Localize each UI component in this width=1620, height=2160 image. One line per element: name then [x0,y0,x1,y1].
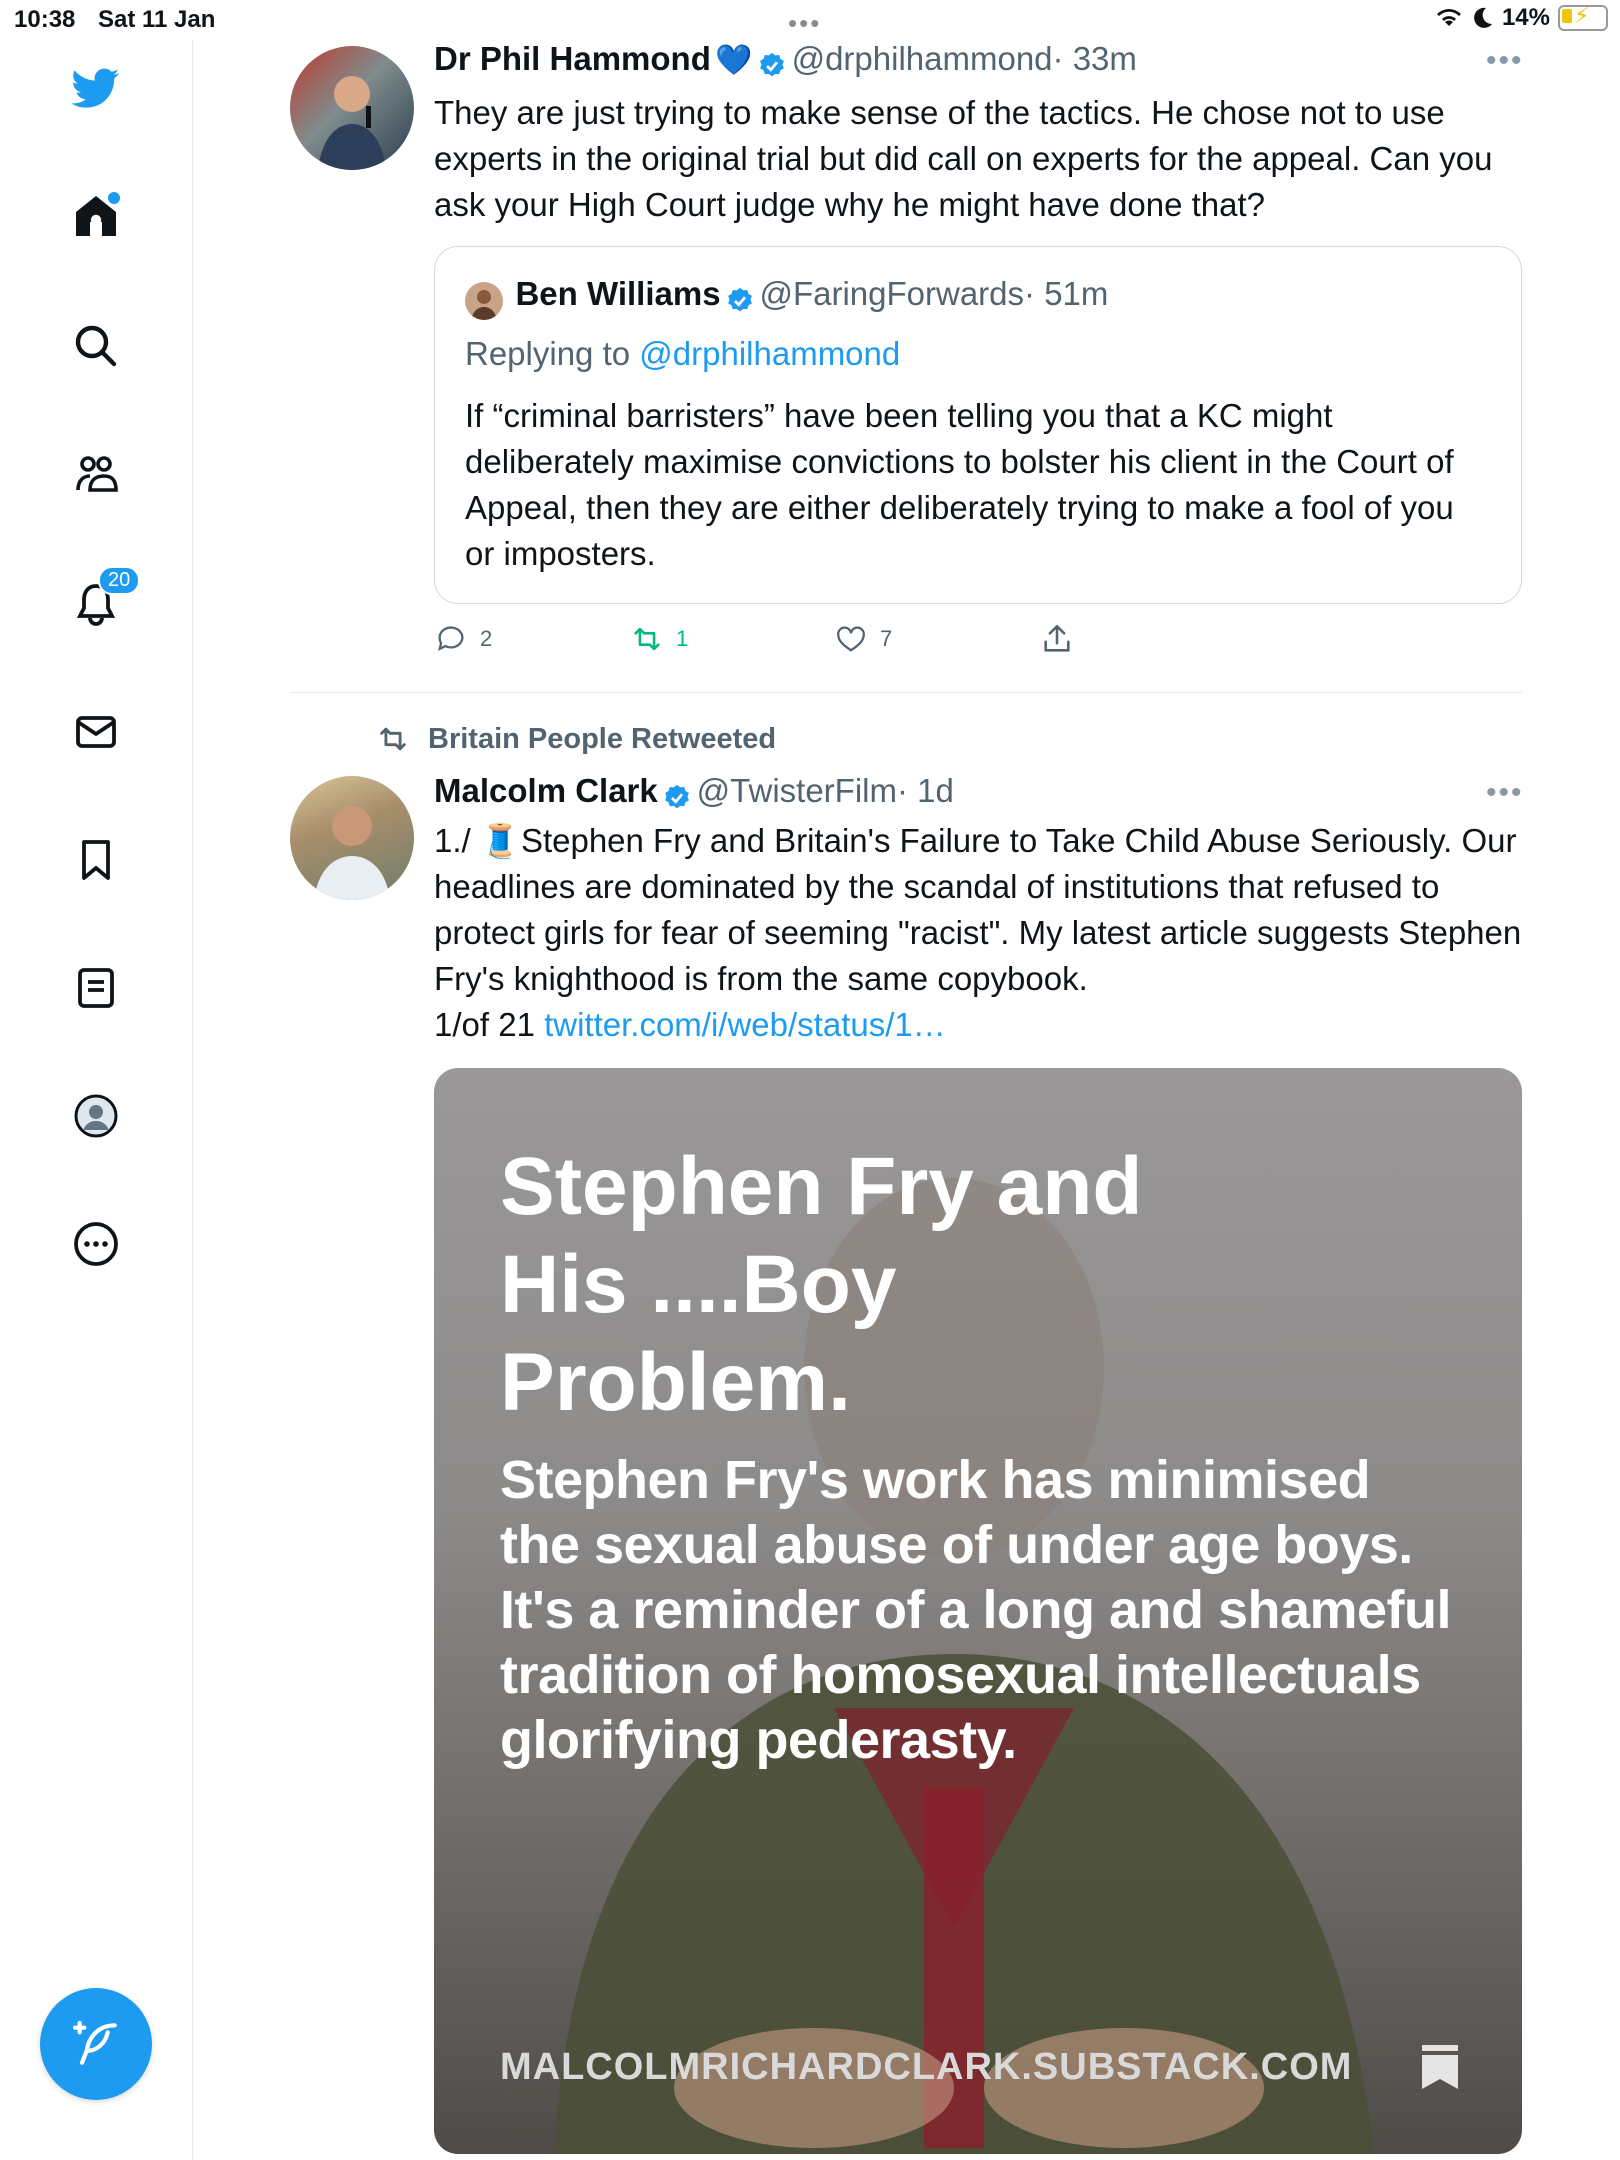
tweet1-handle[interactable]: @drphilhammond [792,40,1053,77]
tweet2-thread-count: 1/of 21 [434,1006,545,1043]
card-title: Stephen Fry and His ....Boy Problem. [500,1141,1143,1428]
heart-icon [837,626,865,652]
tweet2-handle[interactable]: @TwisterFilm [697,772,897,809]
like-button[interactable]: 7 [834,622,892,656]
tweet1-actions: 2 1 7 [434,622,1134,662]
compose-icon [72,2020,117,2065]
quote-replying-to: Replying to @drphilhammond [465,335,900,373]
status-date: Sat 11 Jan [98,6,216,33]
retweet-icon [634,627,660,651]
compose-button[interactable] [40,1988,152,2100]
quote-time: · 51m [1024,275,1109,312]
reply-count: 2 [480,626,493,651]
retweeted-by-label[interactable]: Britain People Retweeted [374,722,776,756]
card-subtitle: Stephen Fry's work has minimised the sex… [500,1450,1452,1770]
reply-icon [437,626,464,652]
wifi-icon [1436,9,1461,26]
sidebar-nav: 20 [0,40,193,2160]
heart-emoji: 💙 [715,44,753,77]
tweet2-header: Malcolm Clark @TwisterFilm· 1d [434,772,954,813]
notifications-icon[interactable]: 20 [70,566,141,630]
status-bar: 10:38 Sat 11 Jan ••• 14% ⚡ [0,0,1620,40]
notifications-count-badge: 20 [98,566,141,595]
more-icon[interactable] [70,1218,122,1270]
quote-text: If “criminal barristers” have been telli… [465,397,1454,572]
tweet2-more-icon[interactable]: ••• [1486,776,1524,810]
quote-avatar [465,281,503,320]
bookmarks-icon[interactable] [70,834,122,886]
search-icon[interactable] [70,320,122,372]
tweet2-time[interactable]: · 1d [897,772,954,809]
tweet1-text: They are just trying to make sense of th… [434,94,1493,223]
quote-header: Ben Williams @FaringForwards· 51m [465,275,1108,320]
verified-badge-icon [760,52,784,77]
battery-icon: ⚡ [1558,3,1608,31]
like-count: 7 [880,626,893,651]
messages-icon[interactable] [70,706,122,758]
moon-icon [1474,7,1492,28]
home-icon[interactable] [70,190,122,242]
verified-badge-icon [728,287,752,312]
status-indicators: 14% ⚡ [1434,3,1608,32]
twitter-logo-icon[interactable] [70,62,122,114]
card-domain: MALCOLMRICHARDCLARK.SUBSTACK.COM [500,2046,1353,2088]
replying-to-handle[interactable]: @drphilhammond [639,335,900,372]
battery-percent: 14% [1501,4,1550,31]
reply-button[interactable]: 2 [434,622,492,656]
profile-icon[interactable] [70,1090,122,1142]
retweet-icon [380,727,406,751]
tweet1-avatar[interactable] [290,46,414,170]
tweet-divider [290,692,1522,693]
tweet1-more-icon[interactable]: ••• [1486,44,1524,78]
tweet1-author-name[interactable]: Dr Phil Hammond [434,40,711,77]
tweet1-quote-card[interactable]: Ben Williams @FaringForwards· 51m Replyi… [434,246,1522,604]
share-button[interactable] [1040,622,1074,656]
tweet1-time[interactable]: · 33m [1053,40,1137,77]
home-unread-dot [108,192,120,204]
tweet2-text-main: 1./ 🧵Stephen Fry and Britain's Failure t… [434,822,1522,997]
share-icon [1044,624,1070,652]
lists-icon[interactable] [70,962,122,1014]
tweet2-author-name[interactable]: Malcolm Clark [434,772,658,809]
replying-to-label: Replying to [465,335,631,372]
link-preview-card[interactable]: Stephen Fry and His ....Boy Problem. Ste… [434,1068,1522,2154]
status-time: 10:38 [14,6,76,33]
tweet2-avatar[interactable] [290,776,414,900]
tweet1-header: Dr Phil Hammond 💙 @drphilhammond· 33m [434,40,1137,81]
multitasking-dots-icon[interactable]: ••• [788,8,821,39]
retweet-button[interactable]: 1 [630,622,688,656]
tweet2-link[interactable]: twitter.com/i/web/status/1… [544,1006,946,1043]
retweeted-by-text: Britain People Retweeted [428,722,777,755]
verified-badge-icon [665,784,690,809]
quote-author-name[interactable]: Ben Williams [515,275,720,312]
communities-icon[interactable] [70,448,122,500]
retweet-count: 1 [676,626,689,651]
quote-handle[interactable]: @FaringForwards [759,275,1024,312]
tweet2-text: 1./ 🧵Stephen Fry and Britain's Failure t… [434,818,1524,1048]
bookmark-ribbon-icon [1422,2045,1458,2089]
